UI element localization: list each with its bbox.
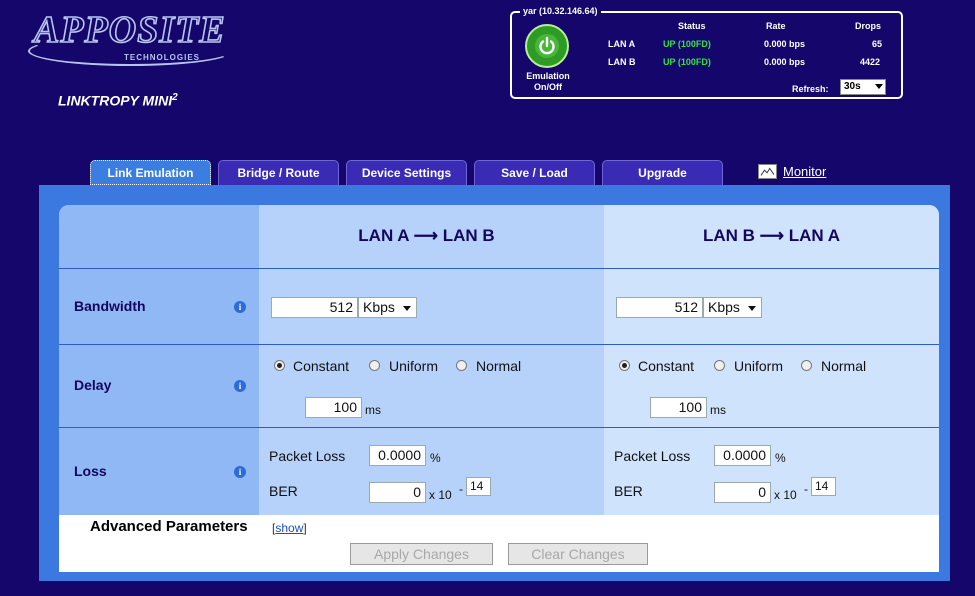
status-panel: yar (10.32.146.64) Emulation On/Off Statu… [510, 6, 903, 99]
lan-b-bandwidth-input[interactable]: 512 [616, 297, 703, 318]
apposite-logo: APPOSITE TECHNOLOGIES [28, 8, 233, 68]
lan-a-ber-exponent-input[interactable]: 14 [466, 477, 491, 496]
loss-info-icon[interactable]: i [234, 466, 246, 478]
lan-b-ber-input[interactable]: 0 [714, 482, 771, 503]
chart-icon [758, 164, 777, 179]
lan-b-ber-exponent-input[interactable]: 14 [811, 477, 836, 496]
lan-a-packet-loss-unit: % [430, 451, 441, 465]
chevron-down-icon [403, 306, 411, 311]
device-name: yar (10.32.146.64) [520, 6, 601, 16]
tab-device-settings[interactable]: Device Settings [346, 160, 467, 185]
lan-b-delay-uniform-label: Uniform [734, 358, 784, 374]
lan-b-rate: 0.000 bps [764, 57, 806, 67]
lan-a-delay-uniform-radio[interactable] [369, 360, 380, 371]
delay-label: Delay [74, 377, 112, 393]
power-icon [535, 34, 559, 58]
lan-b-packet-loss-input[interactable]: 0.0000 [714, 445, 771, 466]
lan-a-drops: 65 [872, 39, 883, 49]
divider [59, 268, 939, 269]
advanced-toggle: [show] [272, 521, 307, 535]
show-advanced-link[interactable]: show [275, 521, 303, 535]
bandwidth-label: Bandwidth [74, 298, 146, 314]
lan-b-ber-multiplier: x 10 [774, 488, 797, 502]
apply-changes-button[interactable]: Apply Changes [350, 543, 493, 565]
tab-save-load[interactable]: Save / Load [474, 160, 595, 185]
lan-b-delay-normal-label: Normal [821, 358, 867, 374]
status-header: Status [678, 21, 706, 31]
chevron-down-icon [748, 306, 756, 311]
lan-b-status: UP (100FD) [663, 57, 711, 67]
lan-a-ber-multiplier: x 10 [429, 488, 452, 502]
clear-changes-button[interactable]: Clear Changes [508, 543, 648, 565]
lan-b-ber-dash: - [804, 482, 808, 496]
lan-a-ber-label: BER [269, 483, 298, 499]
lan-b-name: LAN B [608, 57, 636, 67]
tab-upgrade[interactable]: Upgrade [602, 160, 723, 185]
lan-b-delay-input[interactable]: 100 [650, 397, 707, 418]
lan-a-delay-unit: ms [365, 403, 381, 417]
lan-b-bandwidth-unit-select[interactable]: Kbps [703, 297, 762, 318]
lan-a-to-b-heading: LAN A ⟶ LAN B [358, 226, 495, 245]
lan-b-to-a-heading: LAN B ⟶ LAN A [702, 226, 841, 245]
lan-b-packet-loss-label: Packet Loss [614, 448, 691, 464]
lan-a-delay-input[interactable]: 100 [305, 397, 362, 418]
lan-a-delay-uniform-label: Uniform [389, 358, 439, 374]
product-name: LINKTROPY MINI2 [58, 92, 178, 109]
lan-a-ber-input[interactable]: 0 [369, 482, 426, 503]
logo-text: APPOSITE [33, 8, 226, 52]
lan-b-delay-normal-radio[interactable] [801, 360, 812, 371]
lan-b-drops: 4422 [860, 57, 881, 67]
lan-a-delay-normal-radio[interactable] [456, 360, 467, 371]
divider [59, 344, 939, 345]
lan-b-delay-constant-label: Constant [638, 358, 695, 374]
refresh-select[interactable]: 30s [840, 79, 886, 95]
chevron-down-icon [875, 84, 883, 89]
delay-info-icon[interactable]: i [234, 380, 246, 392]
lan-a-bandwidth-unit-select[interactable]: Kbps [358, 297, 417, 318]
monitor-label: Monitor [783, 164, 827, 179]
emulation-form: LAN A ⟶ LAN B LAN B ⟶ LAN A Bandwidth i … [59, 205, 939, 572]
lan-a-rate: 0.000 bps [764, 39, 806, 49]
drops-header: Drops [855, 21, 882, 31]
lan-b-packet-loss-unit: % [775, 451, 786, 465]
lan-b-delay-uniform-radio[interactable] [714, 360, 725, 371]
emulation-label: Emulation On/Off [526, 71, 570, 92]
lan-a-delay-normal-label: Normal [476, 358, 522, 374]
logo-subtext: TECHNOLOGIES [124, 53, 201, 62]
monitor-link[interactable]: Monitor [758, 164, 826, 179]
tab-link-emulation[interactable]: Link Emulation [90, 160, 211, 185]
lan-a-bandwidth-input[interactable]: 512 [271, 297, 358, 318]
rate-header: Rate [766, 21, 786, 31]
refresh-label: Refresh: [792, 84, 829, 94]
bandwidth-info-icon[interactable]: i [234, 301, 246, 313]
lan-a-packet-loss-input[interactable]: 0.0000 [369, 445, 426, 466]
lan-a-delay-constant-label: Constant [293, 358, 350, 374]
lan-a-delay-constant-radio[interactable] [274, 360, 285, 371]
lan-a-name: LAN A [608, 39, 636, 49]
lan-b-ber-label: BER [614, 483, 643, 499]
lan-a-ber-dash: - [459, 482, 463, 496]
divider [59, 427, 939, 428]
emulation-power-button[interactable] [525, 24, 569, 68]
lan-a-packet-loss-label: Packet Loss [269, 448, 346, 464]
loss-label: Loss [74, 463, 107, 479]
lan-a-status: UP (100FD) [663, 39, 711, 49]
lan-b-delay-constant-radio[interactable] [619, 360, 630, 371]
advanced-parameters-title: Advanced Parameters [90, 518, 248, 535]
lan-b-delay-unit: ms [710, 403, 726, 417]
main-panel: LAN A ⟶ LAN B LAN B ⟶ LAN A Bandwidth i … [39, 185, 950, 581]
tab-bridge-route[interactable]: Bridge / Route [218, 160, 339, 185]
